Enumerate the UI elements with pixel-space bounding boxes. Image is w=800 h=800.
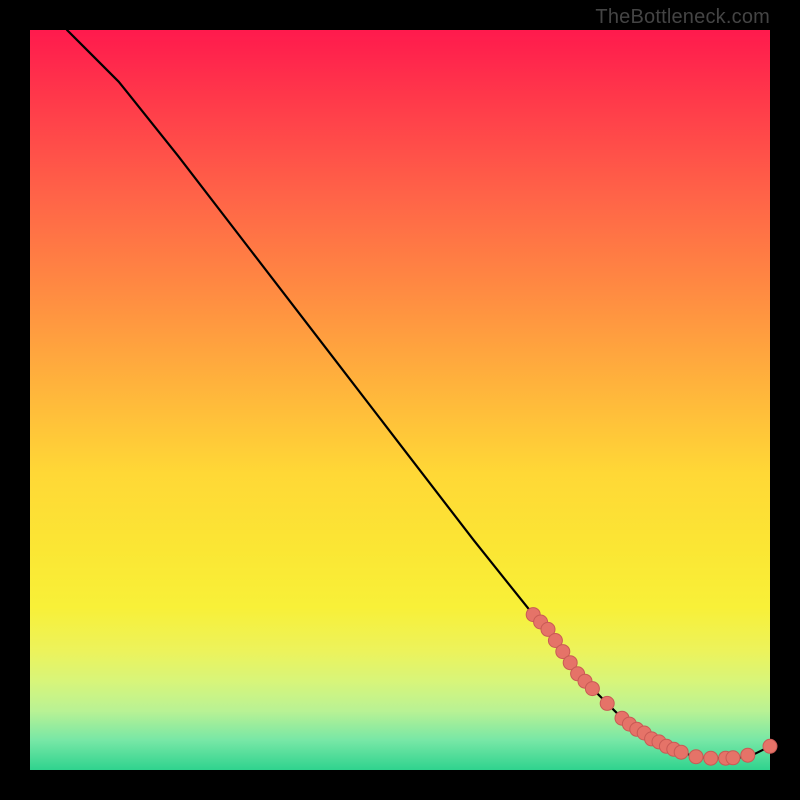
chart-frame: TheBottleneck.com [0, 0, 800, 800]
highlight-dot [674, 745, 688, 759]
highlight-dot [704, 751, 718, 765]
bottleneck-curve [67, 30, 770, 758]
highlight-dot [726, 751, 740, 765]
highlight-dot [585, 682, 599, 696]
chart-svg [30, 30, 770, 770]
highlight-dot [763, 739, 777, 753]
highlight-dot [689, 750, 703, 764]
plot-area [30, 30, 770, 770]
highlight-dot [741, 748, 755, 762]
highlight-dot [600, 696, 614, 710]
attribution-label: TheBottleneck.com [595, 6, 770, 29]
highlight-dots-group [526, 608, 777, 766]
